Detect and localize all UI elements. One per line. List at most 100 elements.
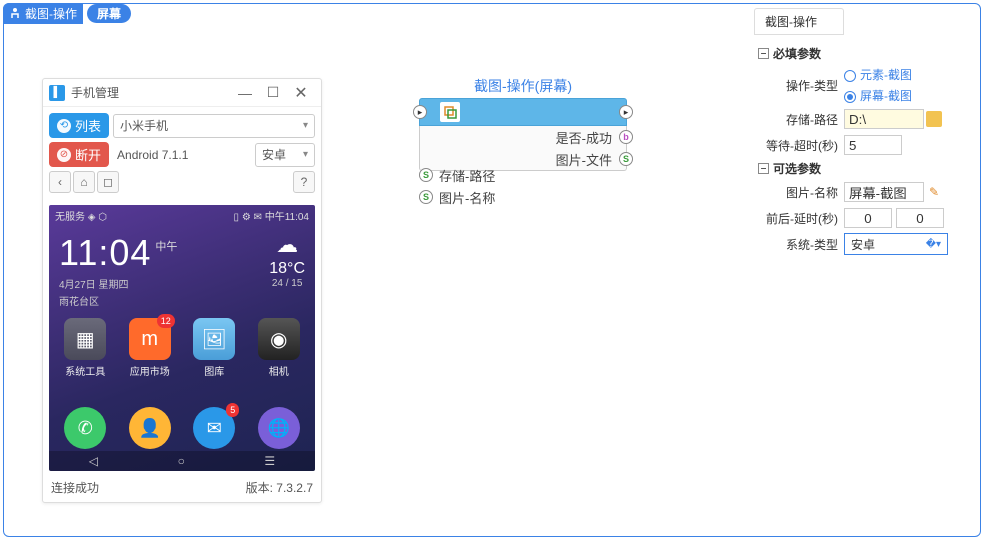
title-pill: 屏幕 xyxy=(87,4,131,23)
collapse-icon[interactable]: – xyxy=(758,163,769,174)
cloud-icon: ☁ xyxy=(269,232,305,258)
folder-icon: ▦ xyxy=(64,318,106,360)
disconnect-button[interactable]: ⊘ 断开 xyxy=(49,142,109,167)
gallery-icon: 🖼 xyxy=(193,318,235,360)
radio-label: 屏幕-截图 xyxy=(860,89,912,103)
field-label: 操作-类型 xyxy=(758,77,844,94)
store-icon: m12 xyxy=(129,318,171,360)
collapse-icon[interactable]: – xyxy=(758,48,769,59)
disconnect-label: 断开 xyxy=(75,145,101,164)
device-select[interactable]: 小米手机 ▾ xyxy=(113,114,315,138)
nav-home-icon[interactable]: ○ xyxy=(178,454,185,468)
path-input[interactable] xyxy=(844,109,924,129)
exec-out-port[interactable]: ▸ xyxy=(619,105,633,119)
badge: 5 xyxy=(226,403,239,417)
refresh-icon: ⟲ xyxy=(57,119,71,133)
radio-element[interactable] xyxy=(844,70,856,82)
person-icon xyxy=(9,7,21,19)
android-version: Android 7.1.1 xyxy=(113,148,251,162)
weather-temp: 18°C xyxy=(269,260,305,278)
dock-contacts[interactable]: 👤 xyxy=(129,407,171,449)
close-button[interactable]: ✕ xyxy=(287,83,315,103)
nav-back-icon[interactable]: ◁ xyxy=(89,454,98,468)
clock-time: 11:04 xyxy=(59,232,151,274)
field-label: 图片-名称 xyxy=(758,184,844,201)
app-camera[interactable]: ◉相机 xyxy=(251,318,307,378)
bool-port[interactable]: b xyxy=(619,130,633,144)
version-label: 版本: 7.3.2.7 xyxy=(246,479,313,496)
clock-date: 4月27日 星期四 xyxy=(59,276,177,291)
help-button[interactable]: ? xyxy=(293,171,315,193)
screenshot-icon xyxy=(440,102,460,122)
title-text: 截图-操作 xyxy=(25,5,77,22)
field-delay: 前后-延时(秒) xyxy=(758,207,972,229)
nav-recent-icon[interactable]: ☰ xyxy=(264,454,275,468)
field-op-type: 操作-类型 元素-截图 屏幕-截图 xyxy=(758,66,972,104)
imgname-input[interactable] xyxy=(844,182,924,202)
chevron-down-icon: �▾ xyxy=(926,239,941,250)
title-label: 截图-操作 xyxy=(3,3,83,24)
dock: ✆ 👤 ✉5 🌐 xyxy=(49,407,315,449)
camera-icon: ◉ xyxy=(258,318,300,360)
list-button[interactable]: ⟲ 列表 xyxy=(49,113,109,138)
nav-recent-button[interactable]: ◻ xyxy=(97,171,119,193)
soft-nav: ◁ ○ ☰ xyxy=(49,451,315,471)
exec-in-port[interactable]: ▸ xyxy=(413,105,427,119)
forbid-icon: ⊘ xyxy=(57,148,71,162)
weather-widget: ☁ 18°C 24 / 15 xyxy=(269,232,305,289)
app-gallery[interactable]: 🖼图库 xyxy=(186,318,242,378)
platform-value: 安卓 xyxy=(262,146,286,163)
radio-screen[interactable] xyxy=(844,91,856,103)
nav-back-button[interactable]: ‹ xyxy=(49,171,71,193)
statusbar-left: 无服务 ◈ ⬡ xyxy=(55,208,107,223)
node-header[interactable]: ▸ ▸ xyxy=(419,98,627,126)
timeout-input[interactable] xyxy=(844,135,902,155)
phone-app-icon: ▌ xyxy=(49,85,65,101)
string-port[interactable]: S xyxy=(419,168,433,182)
connection-status: 连接成功 xyxy=(51,479,99,496)
badge: 12 xyxy=(157,314,175,328)
status-bar: 无服务 ◈ ⬡ ▯ ⚙ ✉ 中午11:04 xyxy=(49,205,315,226)
platform-select[interactable]: 安卓 ▾ xyxy=(255,143,315,167)
node-title: 截图-操作(屏幕) xyxy=(419,76,627,96)
dock-messages[interactable]: ✉5 xyxy=(193,407,235,449)
delay-after-input[interactable] xyxy=(896,208,944,228)
nav-home-button[interactable]: ⌂ xyxy=(73,171,95,193)
app-systools[interactable]: ▦系统工具 xyxy=(57,318,113,378)
string-port[interactable]: S xyxy=(619,152,633,166)
folder-icon[interactable] xyxy=(926,111,942,127)
output-success: 是否-成功b xyxy=(420,126,626,148)
device-value: 小米手机 xyxy=(120,117,168,134)
app-row: ▦系统工具 m12应用市场 🖼图库 ◉相机 xyxy=(49,312,315,378)
phone-screen[interactable]: 无服务 ◈ ⬡ ▯ ⚙ ✉ 中午11:04 11:04 中午 4月27日 星期四… xyxy=(49,205,315,471)
maximize-button[interactable]: ☐ xyxy=(259,84,287,101)
statusbar-right: ▯ ⚙ ✉ 中午11:04 xyxy=(234,208,309,223)
delay-before-input[interactable] xyxy=(844,208,892,228)
minimize-button[interactable]: — xyxy=(231,85,259,101)
dock-browser[interactable]: 🌐 xyxy=(258,407,300,449)
field-label: 存储-路径 xyxy=(758,111,844,128)
panel-tab[interactable]: 截图-操作 xyxy=(754,8,844,35)
group-required[interactable]: –必填参数 xyxy=(758,45,972,62)
app-store[interactable]: m12应用市场 xyxy=(122,318,178,378)
phone-titlebar[interactable]: ▌ 手机管理 — ☐ ✕ xyxy=(43,79,321,107)
clock-loc: 雨花台区 xyxy=(59,293,177,308)
field-system: 系统-类型 安卓 �▾ xyxy=(758,233,972,255)
system-select[interactable]: 安卓 �▾ xyxy=(844,233,948,255)
field-label: 前后-延时(秒) xyxy=(758,210,844,227)
field-timeout: 等待-超时(秒) xyxy=(758,134,972,156)
input-name: S图片-名称 xyxy=(419,186,495,208)
string-port[interactable]: S xyxy=(419,190,433,204)
weather-range: 24 / 15 xyxy=(269,278,305,289)
field-label: 等待-超时(秒) xyxy=(758,137,844,154)
group-optional[interactable]: –可选参数 xyxy=(758,160,972,177)
list-label: 列表 xyxy=(75,116,101,135)
phone-footer: 连接成功 版本: 7.3.2.7 xyxy=(43,475,321,502)
field-path: 存储-路径 xyxy=(758,108,972,130)
title-tab: 截图-操作 屏幕 xyxy=(3,3,131,23)
dock-phone[interactable]: ✆ xyxy=(64,407,106,449)
phone-title: 手机管理 xyxy=(71,84,231,101)
phone-window: ▌ 手机管理 — ☐ ✕ ⟲ 列表 小米手机 ▾ ⊘ 断开 xyxy=(42,78,322,503)
edit-icon[interactable]: ✎ xyxy=(926,184,942,200)
flow-node[interactable]: 截图-操作(屏幕) ▸ ▸ 是否-成功b 图片-文件S xyxy=(419,76,627,171)
